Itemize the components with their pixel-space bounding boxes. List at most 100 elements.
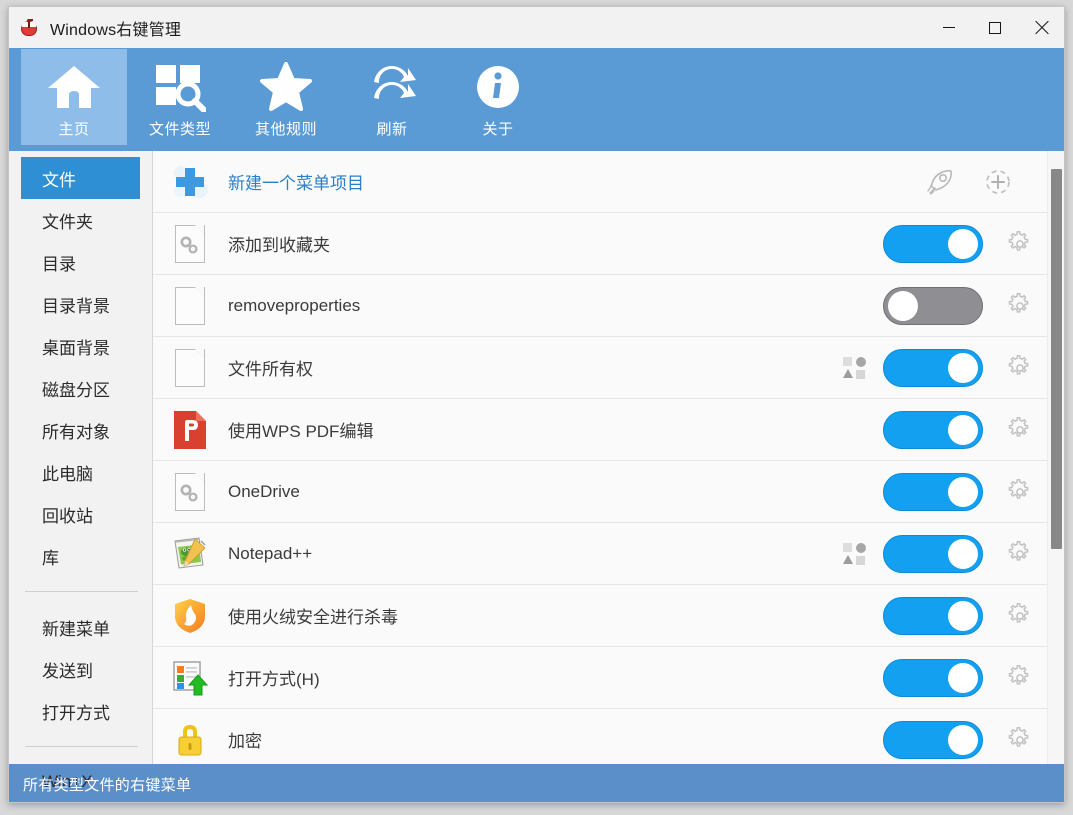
gear-icon[interactable]	[1007, 416, 1033, 443]
sidebar-item-new-menu[interactable]: 新建菜单	[21, 606, 140, 648]
enable-toggle[interactable]	[883, 224, 983, 263]
wps-pdf-icon	[170, 410, 210, 450]
gear-icon[interactable]	[1007, 602, 1033, 629]
list-row-label: OneDrive	[228, 481, 300, 501]
gear-icon[interactable]	[1007, 540, 1033, 567]
sidebar-item-this-pc[interactable]: 此电脑	[21, 451, 140, 493]
sidebar-item-label: 桌面背景	[42, 338, 110, 358]
sidebar-item-all-objects[interactable]: 所有对象	[21, 409, 140, 451]
sidebar-item-label: 所有对象	[42, 422, 110, 442]
list-row-actions	[883, 596, 1047, 635]
enable-toggle[interactable]	[883, 720, 983, 759]
application-window: Windows右键管理 主页 文件类型 其他规则 刷新 关于 文件 文件夹 目录…	[8, 6, 1065, 803]
gear-icon[interactable]	[1007, 664, 1033, 691]
list-row-label: Notepad++	[228, 543, 313, 563]
rocket-icon[interactable]	[923, 165, 957, 199]
sidebar-item-recycle-bin[interactable]: 回收站	[21, 493, 140, 535]
sidebar-item-library[interactable]: 库	[21, 535, 140, 577]
toolbar-item-otherrules[interactable]: 其他规则	[233, 49, 339, 145]
sidebar-item-label: 新建菜单	[42, 619, 110, 639]
list-row-actions	[883, 658, 1047, 697]
sidebar-divider	[25, 746, 138, 747]
toolbar-item-about[interactable]: 关于	[445, 49, 551, 145]
sidebar-item-label: 打开方式	[42, 703, 110, 723]
sidebar-item-directory[interactable]: 目录	[21, 241, 140, 283]
multi-item-badge-icon	[843, 542, 867, 565]
enable-toggle[interactable]	[883, 472, 983, 511]
gear-icon[interactable]	[1007, 230, 1033, 257]
content-body: 文件 文件夹 目录 目录背景 桌面背景 磁盘分区 所有对象 此电脑 回收站 库 …	[9, 151, 1064, 791]
gear-icon[interactable]	[1007, 726, 1033, 753]
window-title: Windows右键管理	[50, 21, 182, 39]
enable-toggle[interactable]	[883, 534, 983, 573]
status-bar-text: 所有类型文件的右键菜单	[23, 776, 192, 794]
list-scrollbar[interactable]	[1047, 151, 1064, 764]
list-row[interactable]: 使用WPS PDF编辑	[153, 399, 1047, 461]
close-icon	[1034, 20, 1049, 35]
menu-item-list: 新建一个菜单项目 添加到收藏夹 removeproperties 文件所有权 使…	[153, 151, 1064, 764]
list-row-label: 文件所有权	[228, 360, 313, 379]
list-row[interactable]: 文件所有权	[153, 337, 1047, 399]
enable-toggle[interactable]	[883, 596, 983, 635]
toolbar-item-about-label: 关于	[482, 121, 514, 138]
list-row-actions	[883, 410, 1047, 449]
gear-icon[interactable]	[1007, 478, 1033, 505]
sidebar-item-label: 文件夹	[42, 212, 93, 232]
sidebar-item-disk-partition[interactable]: 磁盘分区	[21, 367, 140, 409]
scrollbar-thumb[interactable]	[1051, 169, 1062, 550]
enable-toggle[interactable]	[883, 658, 983, 697]
sidebar-item-label: 目录背景	[42, 296, 110, 316]
list-row[interactable]: 打开方式(H)	[153, 647, 1047, 709]
doc-blank-icon	[170, 348, 210, 388]
sidebar-item-send-to[interactable]: 发送到	[21, 648, 140, 690]
plus-add-icon	[170, 162, 210, 202]
add-circle-dashed-icon[interactable]	[981, 165, 1015, 199]
list-row-label: 使用火绒安全进行杀毒	[228, 608, 398, 627]
toolbar-item-home[interactable]: 主页	[21, 49, 127, 145]
toolbar-item-home-label: 主页	[58, 121, 90, 138]
sidebar-item-label: 发送到	[42, 661, 93, 681]
sidebar-item-label: 磁盘分区	[42, 380, 110, 400]
doc-gears-icon	[170, 472, 210, 512]
toolbar-item-filetype[interactable]: 文件类型	[127, 49, 233, 145]
status-bar: 所有类型文件的右键菜单	[9, 764, 1064, 802]
sidebar-item-label: 库	[42, 548, 59, 568]
list-row-new-item[interactable]: 新建一个菜单项目	[153, 151, 1047, 213]
list-row[interactable]: Notepad++	[153, 523, 1047, 585]
close-button[interactable]	[1018, 7, 1064, 48]
gear-icon[interactable]	[1007, 354, 1033, 381]
title-bar: Windows右键管理	[9, 7, 1064, 48]
minimize-button[interactable]	[926, 7, 972, 48]
mouse-icon	[20, 18, 38, 37]
doc-blank-icon	[170, 286, 210, 326]
multi-item-badge-icon	[843, 356, 867, 379]
star-icon	[256, 57, 316, 117]
toolbar-item-otherrules-label: 其他规则	[254, 121, 317, 138]
toolbar-item-filetype-label: 文件类型	[148, 121, 211, 138]
sidebar-item-directory-background[interactable]: 目录背景	[21, 283, 140, 325]
maximize-button[interactable]	[972, 7, 1018, 48]
list-row-label: 加密	[228, 732, 262, 751]
enable-toggle[interactable]	[883, 348, 983, 387]
list-row[interactable]: removeproperties	[153, 275, 1047, 337]
sidebar-item-open-with[interactable]: 打开方式	[21, 690, 140, 732]
enable-toggle[interactable]	[883, 410, 983, 449]
toolbar-item-refresh[interactable]: 刷新	[339, 49, 445, 145]
sidebar-item-desktop-background[interactable]: 桌面背景	[21, 325, 140, 367]
new-item-actions	[923, 165, 1047, 199]
sidebar-item-folder[interactable]: 文件夹	[21, 199, 140, 241]
list-row-label: 使用WPS PDF编辑	[228, 422, 374, 441]
sidebar-item-file[interactable]: 文件	[21, 157, 140, 199]
lock-icon	[170, 720, 210, 760]
notepadpp-icon	[170, 534, 210, 574]
list-row[interactable]: OneDrive	[153, 461, 1047, 523]
list-row[interactable]: 加密	[153, 709, 1047, 764]
gear-icon[interactable]	[1007, 292, 1033, 319]
doc-gears-icon	[170, 224, 210, 264]
list-row[interactable]: 添加到收藏夹	[153, 213, 1047, 275]
huorong-shield-icon	[170, 596, 210, 636]
toolbar-item-refresh-label: 刷新	[376, 121, 408, 138]
minimize-icon	[943, 27, 955, 28]
enable-toggle[interactable]	[883, 286, 983, 325]
list-row[interactable]: 使用火绒安全进行杀毒	[153, 585, 1047, 647]
